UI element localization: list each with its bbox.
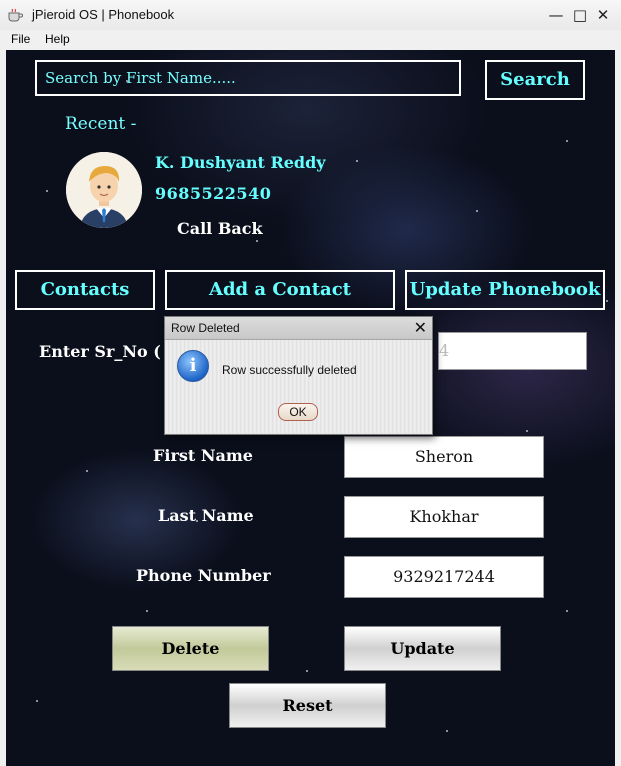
first-name-label: First Name — [153, 446, 253, 465]
add-contact-button[interactable]: Add a Contact — [165, 270, 395, 310]
srno-input[interactable]: 4 — [438, 332, 587, 370]
dialog-body: i Row successfully deleted OK — [165, 340, 432, 433]
recent-heading: Recent - — [65, 114, 137, 134]
srno-value: 4 — [439, 341, 450, 360]
ok-button[interactable]: OK — [278, 403, 318, 421]
maximize-button[interactable]: □ — [570, 5, 590, 25]
menu-bar: File Help — [0, 30, 621, 50]
delete-button[interactable]: Delete — [112, 626, 269, 671]
search-button[interactable]: Search — [485, 60, 585, 100]
dialog-close-button[interactable]: ✕ — [414, 318, 427, 337]
coffee-cup-icon — [8, 8, 23, 22]
update-phonebook-button[interactable]: Update Phonebook — [405, 270, 605, 310]
recent-contact-name: K. Dushyant Reddy — [155, 153, 326, 172]
avatar — [66, 152, 142, 228]
recent-contact-phone: 9685522540 — [155, 184, 272, 203]
contacts-button[interactable]: Contacts — [15, 270, 155, 310]
menu-help[interactable]: Help — [45, 32, 70, 46]
dialog-message: Row successfully deleted — [222, 363, 357, 377]
reset-button[interactable]: Reset — [229, 683, 386, 728]
srno-label: Enter Sr_No ( — [39, 342, 161, 361]
avatar-icon — [66, 152, 142, 228]
minimize-button[interactable]: — — [546, 5, 566, 25]
last-name-label: Last Name — [158, 506, 254, 525]
phone-number-label: Phone Number — [136, 566, 271, 585]
window-title: jPieroid OS | Phonebook — [32, 7, 175, 22]
call-back-button[interactable]: Call Back — [177, 219, 263, 238]
dialog-title: Row Deleted — [171, 321, 240, 335]
phone-number-field[interactable]: 9329217244 — [344, 556, 544, 598]
row-deleted-dialog: Row Deleted ✕ i Row successfully deleted… — [164, 316, 433, 435]
info-icon: i — [177, 350, 209, 382]
close-button[interactable]: ✕ — [593, 5, 613, 25]
title-bar: jPieroid OS | Phonebook — □ ✕ — [0, 0, 621, 31]
update-button[interactable]: Update — [344, 626, 501, 671]
menu-file[interactable]: File — [11, 32, 30, 46]
search-input[interactable]: Search by First Name..... — [35, 60, 461, 96]
first-name-field[interactable]: Sheron — [344, 436, 544, 478]
last-name-field[interactable]: Khokhar — [344, 496, 544, 538]
dialog-title-bar: Row Deleted ✕ — [165, 317, 432, 340]
